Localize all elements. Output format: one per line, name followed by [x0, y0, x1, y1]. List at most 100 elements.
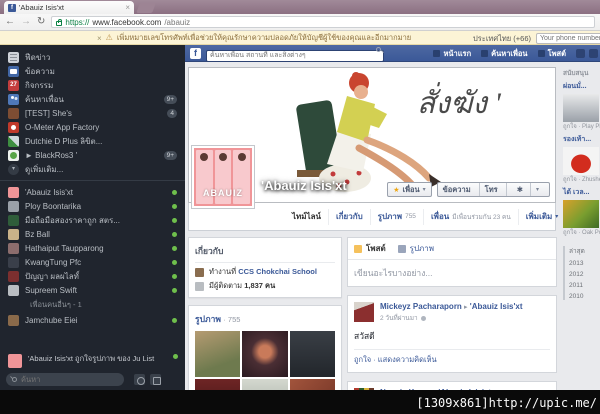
chat-search[interactable] [6, 373, 124, 386]
chat-contact[interactable]: Hathaiput Taupparong [0, 241, 185, 255]
avatar [8, 354, 22, 368]
photo-thumb[interactable] [242, 331, 288, 377]
post-author-avatar[interactable] [354, 302, 374, 322]
sidebar-divider [0, 180, 185, 181]
composer-input[interactable]: เขียนอะไรบางอย่าง... [348, 260, 556, 286]
year-link[interactable]: 2012 [569, 271, 600, 278]
tab-about[interactable]: เกี่ยวกับ [327, 208, 370, 225]
chat-contact[interactable]: Bz Ball [0, 227, 185, 241]
post-target[interactable]: 'Abauiz Isis'xt [470, 302, 523, 311]
ad-title[interactable]: รองเท้า... [563, 134, 600, 145]
facebook-logo[interactable]: f [190, 47, 201, 59]
work-link[interactable]: CCS Chokchai School [238, 267, 317, 276]
online-dot [172, 231, 177, 237]
ad-title[interactable]: ผ่อนมั่... [563, 81, 600, 92]
chat-contact[interactable]: KwangTung Pfc [0, 255, 185, 269]
photo-thumb[interactable] [242, 379, 288, 390]
chat-settings-icon[interactable] [134, 374, 145, 385]
phone-number-input[interactable] [536, 33, 600, 44]
dismiss-notification-icon[interactable]: × [97, 34, 102, 43]
sidebar-item-events[interactable]: 27 กิจกรรม [0, 78, 185, 92]
year-link[interactable]: 2010 [569, 293, 600, 300]
year-link[interactable]: 2013 [569, 260, 600, 267]
call-button[interactable]: โทร [478, 183, 503, 196]
photo-thumb[interactable] [289, 379, 335, 390]
avatar [8, 186, 19, 198]
sidebar-item-find-friends[interactable]: ค้นหาเพื่อน 9+ [0, 92, 185, 106]
online-dot [172, 189, 177, 195]
photo-thumb[interactable] [195, 379, 241, 390]
chat-contact[interactable]: ปัญญา ผลผไลทั์ [0, 269, 185, 283]
address-bar[interactable]: https:// www.facebook.com /abauiz [51, 16, 595, 28]
new-tab-button[interactable] [136, 3, 156, 13]
new-message-icon[interactable] [150, 374, 161, 385]
year-link[interactable]: ล่าสุด [569, 246, 600, 256]
sidebar-item-page[interactable]: ► BlackRos3 ' 9+ [0, 148, 185, 162]
globe-icon [420, 315, 426, 321]
post-actions[interactable]: ถูกใจ · แสดงความคิดเห็น [354, 349, 550, 366]
message-button[interactable]: ข้อความ [438, 183, 476, 196]
tab-more[interactable]: เพิ่มเติม ▾ [517, 208, 566, 225]
post-header: Mickeyz Pacharaporn ▸ 'Abauiz Isis'xt [380, 302, 523, 311]
forward-button[interactable]: → [21, 17, 31, 27]
friend-requests-icon[interactable] [576, 49, 585, 58]
chat-search-input[interactable] [21, 375, 101, 384]
url-protocol: https:// [65, 17, 90, 27]
avatar [8, 256, 19, 268]
messages-icon[interactable] [589, 49, 598, 58]
chat-contact[interactable]: 'Abauiz Isis'xt [0, 185, 185, 199]
ad-title[interactable]: ได้ เวล... [563, 187, 600, 198]
sidebar-item-page[interactable]: [TEST] She's 4 [0, 106, 185, 120]
phone-notification-bar: × ⚠ เพิ่มหมายเลขโทรศัพท์เพื่อช่วยให้คุณร… [0, 31, 600, 45]
facebook-search[interactable] [206, 44, 384, 62]
settings-menu-button[interactable]: ✱ ▾ [505, 183, 549, 196]
ad-image[interactable] [563, 94, 599, 122]
profile-picture[interactable]: ABAUIZ [191, 145, 255, 209]
sidebar-item-newsfeed[interactable]: ฟีดข่าว [0, 50, 185, 64]
chevron-down-icon: ▾ [422, 187, 426, 193]
photo-thumb[interactable] [195, 331, 241, 377]
post-author[interactable]: Mickeyz Pacharaporn [380, 302, 462, 311]
ad-image[interactable] [563, 200, 599, 229]
country-code-label[interactable]: ประเทศไทย (+66) [473, 33, 531, 45]
composer-tab-post[interactable]: โพสต์ [354, 242, 386, 255]
browser-tab[interactable]: f 'Abauiz Isis'xt × [4, 1, 134, 14]
composer-tab-photo[interactable]: รูปภาพ [397, 242, 434, 255]
search-input[interactable] [206, 49, 384, 62]
chevron-down-icon: ▾ [8, 163, 19, 175]
window-titlebar: f 'Abauiz Isis'xt × [0, 0, 600, 14]
newsfeed-icon [8, 51, 19, 63]
note-icon [354, 244, 362, 253]
refresh-button[interactable]: ↻ [37, 17, 45, 27]
about-box: เกี่ยวกับ ทำงานที่ CCS Chokchai School ม… [188, 237, 342, 298]
chat-contact[interactable]: Jamchube Eiei [0, 313, 185, 327]
tab-friends[interactable]: เพื่อน มีเพื่อนร่วมกัน 23 คน [422, 208, 518, 225]
online-dot [172, 287, 177, 293]
star-icon: ★ [393, 186, 400, 194]
sidebar-item-page[interactable]: Dutchie D Plus ลิขิต... [0, 134, 185, 148]
back-button[interactable]: ← [5, 17, 15, 27]
sidebar-item-messages[interactable]: ข้อความ [0, 64, 185, 78]
nav-post[interactable]: โพสต์ [537, 48, 566, 60]
right-rail: สนับสนุน ผ่อนมั่... ถูกใจ · Play Pla Yui… [563, 64, 600, 304]
sidebar-see-more[interactable]: ▾ ดูเพิ่มเติม... [0, 162, 185, 176]
sidebar-item-page[interactable]: O-Meter App Factory [0, 120, 185, 134]
avatar [8, 284, 19, 296]
friends-button[interactable]: ★ เพื่อน ▾ [387, 182, 432, 197]
nav-home[interactable]: หน้าแรก [433, 48, 471, 60]
chat-contact[interactable]: Ploy Boontarika [0, 199, 185, 213]
chat-contact[interactable]: Supreem Swift [0, 283, 185, 297]
tab-close-icon[interactable]: × [125, 3, 130, 12]
tab-timeline[interactable]: ไทม์ไลน์ [285, 209, 328, 225]
home-icon [433, 50, 441, 57]
nav-find-friends[interactable]: ค้นหาเพื่อน [481, 48, 528, 60]
chat-contact[interactable]: มือถือมือสองราคาถูก สตร... [0, 213, 185, 227]
photos-link[interactable]: รูปภาพ [195, 314, 221, 324]
ad-image[interactable] [563, 147, 599, 176]
facebook-favicon-icon: f [8, 3, 16, 12]
other-friends-label: เพื่อนคนอื่นๆ - 1 [30, 300, 82, 309]
ticker-story[interactable]: 'Abauiz Isis'xt ถูกใจรูปภาพ ของ Ju List [8, 354, 178, 368]
tab-photos[interactable]: รูปภาพ 755 [369, 208, 423, 225]
year-link[interactable]: 2011 [569, 282, 600, 289]
photo-thumb[interactable] [289, 331, 335, 377]
